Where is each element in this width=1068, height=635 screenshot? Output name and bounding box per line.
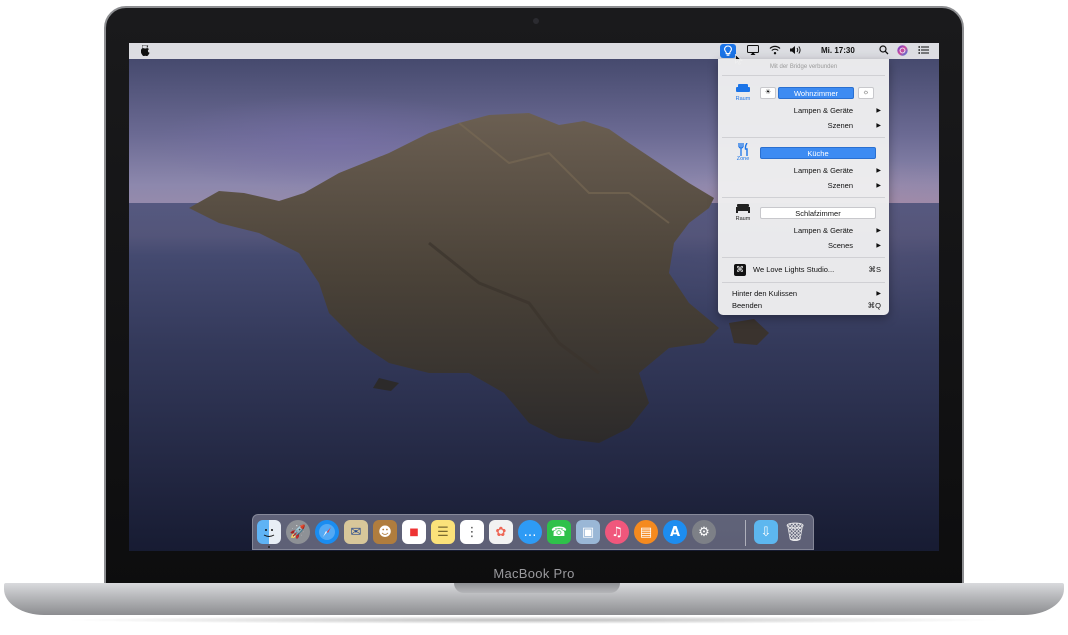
calendar-icon[interactable]: ■ (402, 520, 426, 544)
room-type-label: Raum (735, 96, 751, 102)
safari-icon[interactable] (315, 520, 339, 544)
menu-clock[interactable]: Mi. 17:30 (821, 45, 855, 57)
notification-center-icon[interactable] (918, 45, 929, 57)
room-type-badge: Raum (730, 83, 756, 102)
wifi-icon[interactable] (769, 45, 781, 57)
menu-shortcut: ⌘Q (867, 301, 881, 310)
launchpad-icon[interactable]: 🚀 (286, 520, 310, 544)
room-type-badge: Zone (730, 142, 756, 162)
spotlight-icon[interactable] (879, 45, 889, 57)
menu-separator (722, 75, 885, 76)
room-toggle-wohnzimmer[interactable]: Wohnzimmer (778, 87, 854, 99)
submenu-label: Szenen (827, 121, 853, 130)
reminders-icon[interactable]: ⋮ (460, 520, 484, 544)
finder-icon[interactable] (257, 520, 281, 544)
music-icon[interactable]: ♫ (605, 520, 629, 544)
airplay-icon[interactable] (747, 45, 759, 57)
mail-icon[interactable]: ✉ (344, 520, 368, 544)
bed-icon (730, 203, 756, 216)
submenu-lampen-geraete[interactable]: Lampen & Geräte ▶ (718, 225, 889, 237)
menu-item-studio[interactable]: ⌘ We Love Lights Studio... ⌘S (718, 263, 889, 277)
submenu-lampen-geraete[interactable]: Lampen & Geräte ▶ (718, 105, 889, 117)
submenu-label: Scenes (827, 241, 853, 250)
menu-item-beenden[interactable]: Beenden ⌘Q (718, 300, 889, 312)
submenu-szenen[interactable]: Szenen ▶ (718, 180, 889, 192)
menu-bar:  Mi. 17:30 (129, 43, 939, 65)
siri-icon[interactable] (897, 45, 908, 57)
lid-notch (454, 583, 620, 593)
room-toggle-schlafzimmer[interactable]: Schlafzimmer (760, 207, 876, 219)
submenu-arrow-icon: ▶ (876, 243, 881, 249)
notes-icon[interactable]: ☰ (431, 520, 455, 544)
menu-separator (722, 137, 885, 138)
sofa-icon (730, 83, 756, 96)
downloads-folder-icon[interactable]: ⇩ (754, 520, 778, 544)
menu-separator (722, 282, 885, 283)
contacts-icon[interactable]: ☻ (373, 520, 397, 544)
preview-icon[interactable]: ▣ (576, 520, 600, 544)
room-type-label: Raum (735, 216, 751, 222)
books-icon[interactable]: ▤ (634, 520, 658, 544)
submenu-label: Lampen & Geräte (793, 106, 853, 115)
messages-icon[interactable]: … (518, 520, 542, 544)
facetime-icon[interactable]: ☎ (547, 520, 571, 544)
menu-separator (722, 197, 885, 198)
brightness-down-button[interactable]: ☀ (760, 87, 776, 99)
trash-icon[interactable]: 🗑 (783, 520, 807, 544)
desktop-screen:  Mi. 17:30 Mit der Brid (129, 43, 939, 551)
dock: 🚀 ✉ ☻ ■ ☰ ⋮ ✿ … ☎ ▣ ♫ ▤ A ⚙ ⇩ 🗑 (252, 514, 814, 550)
system-preferences-icon[interactable]: ⚙ (692, 520, 716, 544)
apple-menu-glyph (140, 45, 150, 57)
submenu-arrow-icon: ▶ (876, 168, 881, 174)
laptop-base (4, 583, 1064, 615)
fork-knife-icon (730, 142, 756, 156)
menu-separator (722, 257, 885, 258)
brightness-up-button[interactable]: ☼ (858, 87, 874, 99)
studio-app-icon: ⌘ (734, 264, 746, 276)
submenu-label: Szenen (827, 181, 853, 190)
room-type-badge: Raum (730, 203, 756, 222)
photos-icon[interactable]: ✿ (489, 520, 513, 544)
submenu-arrow-icon: ▶ (876, 228, 881, 234)
laptop-shadow (60, 616, 1008, 624)
submenu-arrow-icon: ▶ (876, 108, 881, 114)
dock-divider (745, 520, 746, 546)
menu-item-label: Hinter den Kulissen (732, 289, 798, 298)
submenu-arrow-icon: ▶ (876, 123, 881, 129)
room-toggle-kueche[interactable]: Küche (760, 147, 876, 159)
bridge-status: Mit der Bridge verbunden (769, 64, 838, 70)
hue-dropdown-menu: Mit der Bridge verbunden Raum ☀ Wohnzimm… (718, 59, 889, 315)
menu-shortcut: ⌘S (868, 265, 881, 274)
menu-item-label: We Love Lights Studio... (753, 265, 835, 274)
hue-app-icon[interactable] (720, 44, 736, 58)
app-store-icon[interactable]: A (663, 520, 687, 544)
submenu-szenen[interactable]: Szenen ▶ (718, 120, 889, 132)
menu-item-hinter-den-kulissen[interactable]: Hinter den Kulissen ▶ (718, 288, 889, 300)
room-type-label: Zone (736, 156, 750, 162)
device-label: MacBook Pro (493, 566, 575, 581)
submenu-arrow-icon: ▶ (876, 291, 881, 297)
submenu-lampen-geraete[interactable]: Lampen & Geräte ▶ (718, 165, 889, 177)
volume-icon[interactable] (789, 45, 802, 57)
submenu-label: Lampen & Geräte (793, 166, 853, 175)
submenu-scenes[interactable]: Scenes ▶ (718, 240, 889, 252)
menu-item-label: Beenden (732, 301, 763, 310)
submenu-arrow-icon: ▶ (876, 183, 881, 189)
running-indicator (268, 546, 270, 548)
submenu-label: Lampen & Geräte (793, 226, 853, 235)
camera (533, 18, 539, 24)
